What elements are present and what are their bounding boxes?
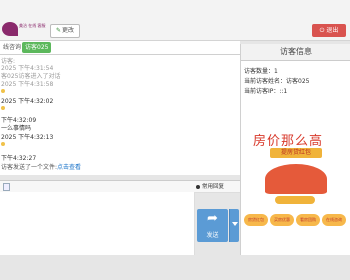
ad-banner[interactable]: 房价那么高 提房贷红包 房贷红包 买房优惠 看房团购 在线咨询 [243, 126, 349, 236]
chat-log: 访客: 2025 下午4:31:54 客025访客进入了对话 2025 下午4:… [0, 55, 240, 175]
logout-label: 退出 [326, 27, 339, 34]
send-options-dropdown[interactable] [229, 209, 239, 242]
send-label: 发送 [206, 232, 219, 239]
common-replies-button[interactable]: 常用回复 [196, 182, 224, 190]
tab-bar: 线咨询 访客025 [0, 41, 240, 55]
chat-icon [196, 184, 200, 189]
coins-graphic [275, 196, 315, 204]
panel-title: 访客信息 [241, 44, 350, 61]
banner-headline: 房价那么高 [253, 134, 324, 149]
file-view-link[interactable]: 点击查看 [57, 164, 81, 171]
file-icon[interactable] [3, 183, 10, 191]
logo-mark [2, 22, 18, 36]
emoji-icon [1, 142, 5, 146]
logo-text: 美洽 在线 客服 [19, 23, 46, 28]
banner-pill: 看房团购 [296, 214, 320, 226]
logo: 美洽 在线 客服 [2, 22, 46, 36]
common-replies-label: 常用回复 [202, 184, 225, 190]
banner-pill: 房贷红包 [244, 214, 268, 226]
banner-pills: 房贷红包 买房优惠 看房团购 在线咨询 [243, 214, 349, 228]
top-bar: 美洽 在线 客服 ✎更改 ⏻ 退出 [0, 0, 350, 41]
visitor-count: 访客数量：1 [244, 68, 278, 75]
banner-pill: 在线咨询 [322, 214, 346, 226]
current-visitor-name: 当前访客姓名：访客025 [244, 78, 310, 85]
change-label: 更改 [62, 27, 75, 34]
change-button[interactable]: ✎更改 [50, 24, 80, 38]
file-message-text: 访客发送了一个文件: [1, 164, 58, 171]
chat-line: 2025 下午4:32:13 [1, 134, 54, 141]
current-visitor-ip: 当前访客IP：::1 [244, 88, 288, 95]
caret-down-icon [232, 222, 238, 226]
send-button[interactable]: ➦ 发送 [197, 209, 228, 242]
banner-subtitle: 提房贷红包 [270, 148, 322, 158]
chat-line: 2025 下午4:32:02 [1, 98, 54, 105]
file-message: 访客发送了一个文件:点击查看 [1, 162, 81, 171]
umbrella-graphic [265, 164, 327, 194]
share-arrow-icon: ➦ [207, 211, 218, 226]
message-input[interactable] [0, 192, 195, 255]
visitor-info-panel: 访客信息 访客数量：1 当前访客姓名：访客025 当前访客IP：::1 房价那么… [240, 44, 350, 255]
logout-button[interactable]: ⏻ 退出 [312, 24, 346, 37]
emoji-icon [1, 106, 5, 110]
chat-line: 下午4:32:27 [1, 155, 37, 162]
edit-icon: ✎ [55, 27, 61, 34]
tab-visitor-025[interactable]: 访客025 [22, 42, 52, 53]
footer-strip [0, 255, 350, 280]
power-icon: ⏻ [319, 27, 325, 34]
chat-line: 2025 下午4:31:58 [1, 81, 54, 88]
banner-pill: 买房优惠 [270, 214, 294, 226]
chat-line: 一么事情吗 [1, 125, 32, 132]
emoji-icon [1, 89, 5, 93]
